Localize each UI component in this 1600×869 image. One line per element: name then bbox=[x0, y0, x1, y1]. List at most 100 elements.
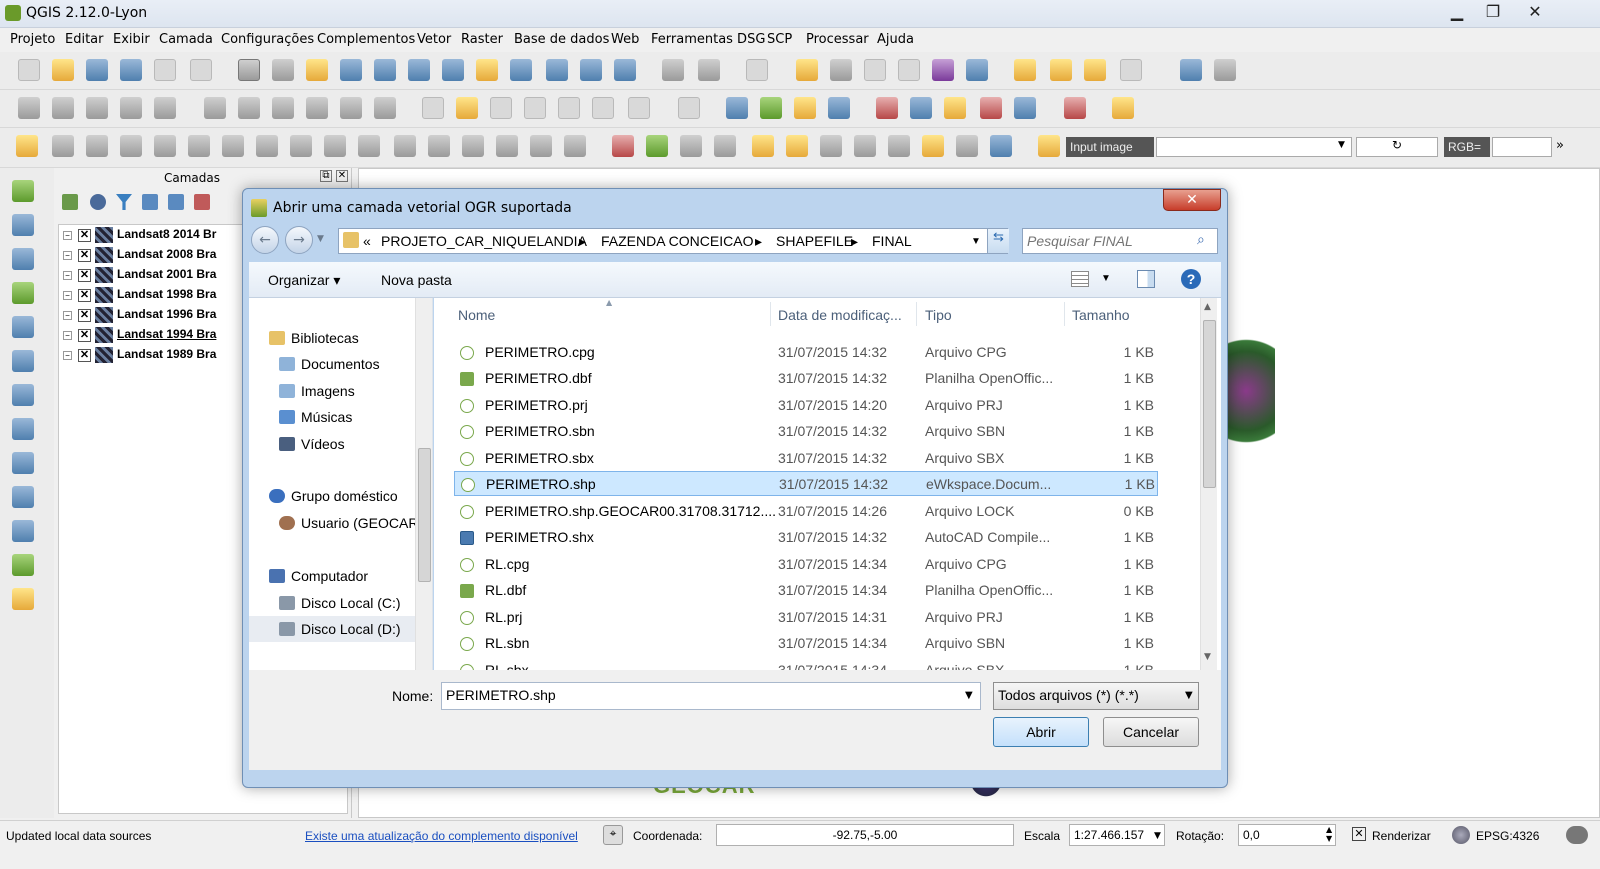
breadcrumb-separator[interactable]: ▸ bbox=[755, 233, 762, 250]
file-row[interactable]: PERIMETRO.shp.GEOCAR00.31708.31712.... 31… bbox=[454, 499, 1158, 524]
help-icon[interactable] bbox=[1180, 59, 1202, 81]
column-header-size[interactable]: Tamanho bbox=[1072, 307, 1130, 323]
scroll-down-icon[interactable]: ▼ bbox=[1204, 652, 1211, 662]
menu-processar[interactable]: Processar bbox=[806, 32, 869, 47]
menu-scp[interactable]: SCP bbox=[767, 32, 792, 47]
help-icon[interactable]: ? bbox=[1181, 269, 1201, 289]
zoom-next-icon[interactable] bbox=[580, 59, 602, 81]
layer-visibility-checkbox[interactable]: ✕ bbox=[78, 328, 91, 342]
expand-icon[interactable]: − bbox=[63, 350, 72, 360]
expand-icon[interactable]: − bbox=[63, 250, 72, 260]
minimize-button[interactable]: ▁ bbox=[1442, 2, 1472, 22]
add-group-icon[interactable] bbox=[62, 194, 78, 210]
add-feature-icon[interactable] bbox=[120, 97, 142, 119]
preview-redo-icon[interactable] bbox=[854, 135, 876, 157]
file-row[interactable]: RL.sbx 31/07/2015 14:34 Arquivo SBX 1 KB bbox=[454, 658, 1158, 670]
expand-all-icon[interactable] bbox=[142, 194, 158, 210]
rotate-feature-icon[interactable] bbox=[564, 135, 586, 157]
save-as-icon[interactable] bbox=[120, 59, 142, 81]
file-row-selected[interactable]: PERIMETRO.shp 31/07/2015 14:32 eWkspace.Do… bbox=[454, 471, 1158, 496]
action-icon[interactable] bbox=[698, 59, 720, 81]
add-delimited-text-icon[interactable] bbox=[12, 520, 34, 542]
expand-icon[interactable]: − bbox=[63, 270, 72, 280]
add-wms-layer-icon[interactable] bbox=[12, 418, 34, 440]
menu-web[interactable]: Web bbox=[611, 32, 639, 47]
measure-icon[interactable] bbox=[966, 59, 988, 81]
advanced-edit-2-icon[interactable] bbox=[154, 135, 176, 157]
menu-complementos[interactable]: Complementos bbox=[317, 32, 415, 47]
layer-item[interactable]: − ✕ Landsat 1994 Bra bbox=[63, 327, 239, 346]
sum-icon[interactable] bbox=[932, 59, 954, 81]
organize-button[interactable]: Organizar ▾ bbox=[268, 272, 340, 289]
input-image-icon[interactable] bbox=[1038, 135, 1060, 157]
label-change-icon[interactable] bbox=[592, 97, 614, 119]
breadcrumb-shapefile[interactable]: SHAPEFILE bbox=[776, 233, 853, 249]
file-row[interactable]: RL.prj 31/07/2015 14:31 Arquivo PRJ 1 KB bbox=[454, 605, 1158, 630]
crs-label[interactable]: EPSG:4326 bbox=[1476, 829, 1539, 843]
refresh-icon[interactable] bbox=[614, 59, 636, 81]
nav-bibliotecas[interactable]: Bibliotecas bbox=[269, 330, 359, 346]
nav-documentos[interactable]: Documentos bbox=[279, 356, 380, 372]
digitize-icon[interactable] bbox=[16, 135, 38, 157]
chevron-down-icon[interactable]: ▼ bbox=[1154, 831, 1161, 841]
expand-icon[interactable]: − bbox=[63, 290, 72, 300]
text-annotation-icon[interactable] bbox=[1120, 59, 1142, 81]
zoom-to-layer-icon[interactable] bbox=[510, 59, 532, 81]
layer-item[interactable]: − ✕ Landsat 1996 Bra bbox=[63, 307, 239, 326]
view-options-icon[interactable] bbox=[1071, 271, 1089, 287]
advanced-edit-11-icon[interactable] bbox=[462, 135, 484, 157]
expand-icon[interactable]: − bbox=[63, 310, 72, 320]
menu-raster[interactable]: Raster bbox=[461, 32, 503, 47]
new-project-icon[interactable] bbox=[18, 59, 40, 81]
menu-base-de-dados[interactable]: Base de dados bbox=[514, 32, 609, 47]
refresh-location-icon[interactable]: ⇆ bbox=[987, 229, 1009, 253]
menu-projeto[interactable]: Projeto bbox=[10, 32, 55, 47]
open-button[interactable]: Abrir bbox=[993, 717, 1089, 747]
manage-visibility-icon[interactable] bbox=[90, 194, 106, 210]
file-row[interactable]: PERIMETRO.sbx 31/07/2015 14:32 Arquivo SBX… bbox=[454, 446, 1158, 471]
label-pin-icon[interactable] bbox=[456, 97, 478, 119]
advanced-edit-12-icon[interactable] bbox=[496, 135, 518, 157]
advanced-edit-3-icon[interactable] bbox=[188, 135, 210, 157]
band-icon[interactable] bbox=[680, 135, 702, 157]
add-wcs-layer-icon[interactable] bbox=[12, 452, 34, 474]
composer-manager-icon[interactable] bbox=[190, 59, 212, 81]
messages-icon[interactable] bbox=[1566, 826, 1588, 844]
pan-map-icon[interactable] bbox=[238, 59, 260, 81]
rgb-input[interactable] bbox=[1492, 137, 1552, 157]
layer-item[interactable]: − ✕ Landsat 2008 Bra bbox=[63, 247, 239, 266]
advanced-edit-8-icon[interactable] bbox=[358, 135, 380, 157]
label-rotate-icon[interactable] bbox=[558, 97, 580, 119]
file-row[interactable]: RL.cpg 31/07/2015 14:34 Arquivo CPG 1 KB bbox=[454, 552, 1158, 577]
python-console-icon[interactable] bbox=[726, 97, 748, 119]
menu-vetor[interactable]: Vetor bbox=[417, 32, 451, 47]
select-features-icon[interactable] bbox=[746, 59, 768, 81]
dialog-close-button[interactable]: ✕ bbox=[1163, 189, 1221, 211]
scale-input[interactable]: 1:27.466.157 bbox=[1069, 824, 1165, 846]
roi-pointer-icon[interactable] bbox=[752, 135, 774, 157]
csv-icon[interactable] bbox=[678, 97, 700, 119]
map-tips-icon[interactable] bbox=[1014, 59, 1036, 81]
scp-tool-icon[interactable] bbox=[1064, 97, 1086, 119]
person-icon[interactable] bbox=[794, 97, 816, 119]
add-raster-layer-icon[interactable] bbox=[12, 214, 34, 236]
advanced-edit-13-icon[interactable] bbox=[530, 135, 552, 157]
file-row[interactable]: PERIMETRO.prj 31/07/2015 14:20 Arquivo PRJ… bbox=[454, 393, 1158, 418]
scroll-up-icon[interactable]: ▲ bbox=[1204, 302, 1211, 312]
back-button[interactable]: ← bbox=[251, 226, 279, 254]
add-mssql-layer-icon[interactable] bbox=[12, 316, 34, 338]
coordinate-input[interactable]: -92.75,-5.00 bbox=[716, 824, 1014, 846]
file-row[interactable]: RL.dbf 31/07/2015 14:34 Planilha OpenOffic… bbox=[454, 578, 1158, 603]
preview-pane-icon[interactable] bbox=[1137, 270, 1155, 288]
save-edits-icon[interactable] bbox=[86, 97, 108, 119]
zoom-last-icon[interactable] bbox=[546, 59, 568, 81]
menu-editar[interactable]: Editar bbox=[65, 32, 104, 47]
open-project-icon[interactable] bbox=[52, 59, 74, 81]
file-row[interactable]: RL.sbn 31/07/2015 14:34 Arquivo SBN 1 KB bbox=[454, 631, 1158, 656]
address-bar[interactable]: « PROJETO_CAR_NIQUELANDIA ▸ FAZENDA CONC… bbox=[338, 228, 1009, 254]
search-icon[interactable]: ⌕ bbox=[1197, 232, 1205, 248]
new-print-composer-icon[interactable] bbox=[154, 59, 176, 81]
remove-layer-icon[interactable] bbox=[194, 194, 210, 210]
rotation-input[interactable]: 0,0 bbox=[1238, 824, 1336, 846]
menu-configuracoes[interactable]: Configurações bbox=[221, 32, 314, 47]
